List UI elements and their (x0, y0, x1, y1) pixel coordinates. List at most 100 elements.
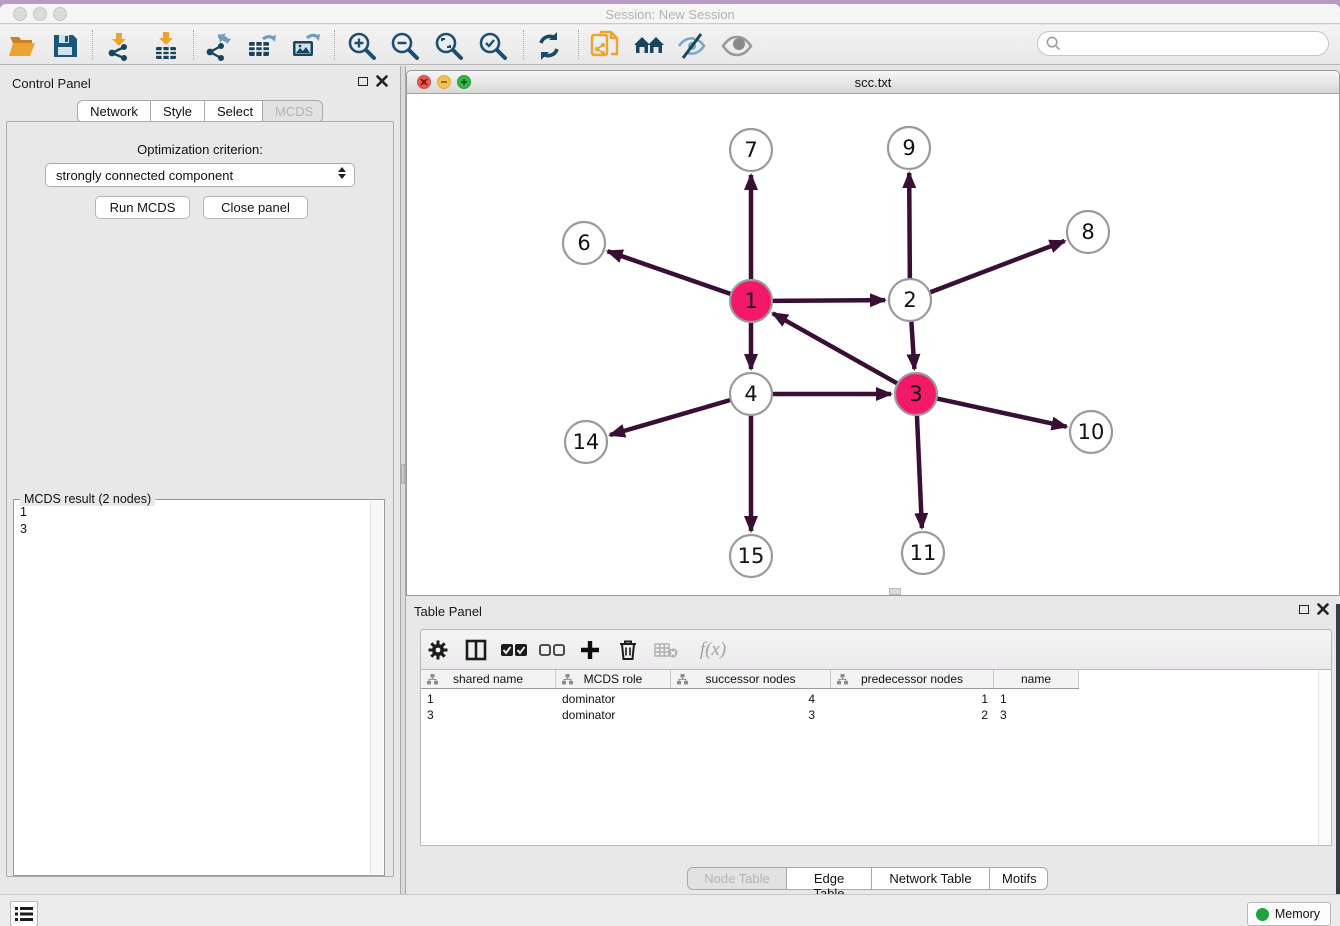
tab-edge-table[interactable]: Edge Table (787, 867, 872, 890)
graph-edge-1-2[interactable] (772, 300, 885, 301)
graph-edge-2-8[interactable] (930, 241, 1065, 293)
column-header-mcds-role[interactable]: MCDS role (556, 670, 671, 688)
graph-edge-3-11[interactable] (917, 415, 922, 528)
float-panel-icon[interactable] (358, 77, 368, 86)
tab-select[interactable]: Select (205, 100, 263, 123)
cell-name[interactable]: 3 (994, 707, 1079, 723)
zoom-in-icon[interactable] (345, 29, 379, 63)
home-layout-icon[interactable] (632, 29, 666, 63)
cell-predecessor-nodes[interactable]: 1 (831, 691, 994, 707)
cell-successor-nodes[interactable]: 3 (671, 707, 831, 723)
graph-node-label-3: 3 (909, 382, 922, 406)
toolbar-separator (578, 30, 579, 60)
table-row[interactable]: 3 dominator 3 2 3 (421, 707, 1079, 723)
list-icon (15, 906, 33, 922)
cell-shared-name[interactable]: 3 (421, 707, 556, 723)
splitter-handle[interactable] (401, 464, 405, 484)
toggle-graphics-details-icon[interactable] (675, 29, 709, 63)
import-network-icon[interactable] (102, 29, 136, 63)
tab-style[interactable]: Style (151, 100, 205, 123)
select-all-icon[interactable] (501, 637, 527, 663)
graph-edge-1-6[interactable] (608, 251, 732, 294)
delete-column-icon[interactable] (615, 637, 641, 663)
control-panel-tabs: Network Style Select MCDS (77, 100, 323, 123)
delete-table-icon[interactable] (653, 637, 679, 663)
graph-node-label-7: 7 (744, 138, 757, 162)
graph-edge-2-9[interactable] (909, 173, 910, 279)
save-icon[interactable] (48, 29, 82, 63)
column-header-shared-name[interactable]: shared name (421, 670, 556, 688)
close-panel-button[interactable]: Close panel (203, 196, 308, 219)
task-history-button[interactable] (10, 901, 38, 926)
graph-node-label-6: 6 (577, 231, 590, 255)
column-header-predecessor-nodes[interactable]: predecessor nodes (831, 670, 994, 688)
mcds-result-text[interactable]: 1 3 (20, 504, 27, 538)
hierarchy-icon (677, 674, 688, 685)
graph-node-label-11: 11 (910, 541, 937, 565)
column-header-name[interactable]: name (994, 670, 1079, 688)
search-input[interactable] (1066, 36, 1328, 51)
session-title: Session: New Session (0, 7, 1340, 22)
optimization-criterion-label: Optimization criterion: (7, 142, 393, 157)
toolbar-separator (92, 30, 93, 60)
table-toolbar: f(x) (420, 629, 1332, 669)
node-table[interactable]: shared name MCDS role successor nodes pr… (420, 669, 1332, 846)
cell-predecessor-nodes[interactable]: 2 (831, 707, 994, 723)
mcds-result-scrollbar[interactable] (370, 501, 383, 874)
refresh-icon[interactable] (532, 29, 566, 63)
network-splitter-handle[interactable] (889, 588, 901, 595)
copy-network-style-icon[interactable] (588, 29, 622, 63)
table-settings-gear-icon[interactable] (425, 637, 451, 663)
tab-network[interactable]: Network (77, 100, 151, 123)
network-graph[interactable]: 7968124314101511 (407, 94, 1339, 595)
cell-name[interactable]: 1 (994, 691, 1079, 707)
network-canvas[interactable]: 7968124314101511 (407, 94, 1339, 595)
export-network-icon[interactable] (201, 29, 235, 63)
zoom-fit-icon[interactable] (432, 29, 466, 63)
graph-node-label-15: 15 (738, 544, 765, 568)
add-column-icon[interactable] (577, 637, 603, 663)
graph-edge-4-14[interactable] (610, 400, 731, 435)
tab-network-table[interactable]: Network Table (872, 867, 990, 890)
close-panel-icon[interactable] (376, 75, 388, 87)
table-scrollbar[interactable] (1318, 670, 1331, 845)
memory-button[interactable]: Memory (1247, 902, 1331, 926)
hierarchy-icon (427, 674, 438, 685)
show-columns-icon[interactable] (463, 637, 489, 663)
table-row[interactable]: 1 dominator 4 1 1 (421, 691, 1079, 707)
table-panel-title: Table Panel (414, 604, 482, 619)
export-image-icon[interactable] (289, 29, 323, 63)
close-table-panel-icon[interactable] (1317, 603, 1329, 615)
float-table-panel-icon[interactable] (1299, 605, 1309, 614)
zoom-selected-icon[interactable] (476, 29, 510, 63)
search-field[interactable] (1037, 31, 1329, 56)
graph-node-label-10: 10 (1078, 420, 1105, 444)
tab-motifs[interactable]: Motifs (990, 867, 1048, 890)
open-icon[interactable] (5, 29, 39, 63)
mcds-result-title: MCDS result (2 nodes) (20, 492, 155, 506)
cell-mcds-role[interactable]: dominator (556, 691, 671, 707)
memory-status-icon (1256, 908, 1269, 921)
deselect-all-icon[interactable] (539, 637, 565, 663)
column-header-successor-nodes[interactable]: successor nodes (671, 670, 831, 688)
criterion-select[interactable]: strongly connected component (45, 163, 355, 187)
export-table-icon[interactable] (245, 29, 279, 63)
control-panel-title: Control Panel (12, 76, 91, 91)
function-builder-icon[interactable]: f(x) (691, 637, 735, 663)
birds-eye-view-icon[interactable] (720, 29, 754, 63)
zoom-out-icon[interactable] (388, 29, 422, 63)
import-table-icon[interactable] (149, 29, 183, 63)
cell-successor-nodes[interactable]: 4 (671, 691, 831, 707)
memory-label: Memory (1275, 907, 1320, 921)
cell-mcds-role[interactable]: dominator (556, 707, 671, 723)
cell-shared-name[interactable]: 1 (421, 691, 556, 707)
graph-edge-3-1[interactable] (773, 313, 898, 383)
table-header-row: shared name MCDS role successor nodes pr… (421, 670, 1079, 689)
graph-edge-3-10[interactable] (937, 398, 1067, 426)
run-mcds-button[interactable]: Run MCDS (95, 196, 190, 219)
graph-edge-2-3[interactable] (911, 321, 914, 369)
tab-mcds[interactable]: MCDS (263, 100, 323, 123)
network-window-titlebar[interactable]: scc.txt (407, 71, 1339, 94)
tab-node-table[interactable]: Node Table (687, 867, 787, 890)
search-icon (1046, 36, 1061, 51)
